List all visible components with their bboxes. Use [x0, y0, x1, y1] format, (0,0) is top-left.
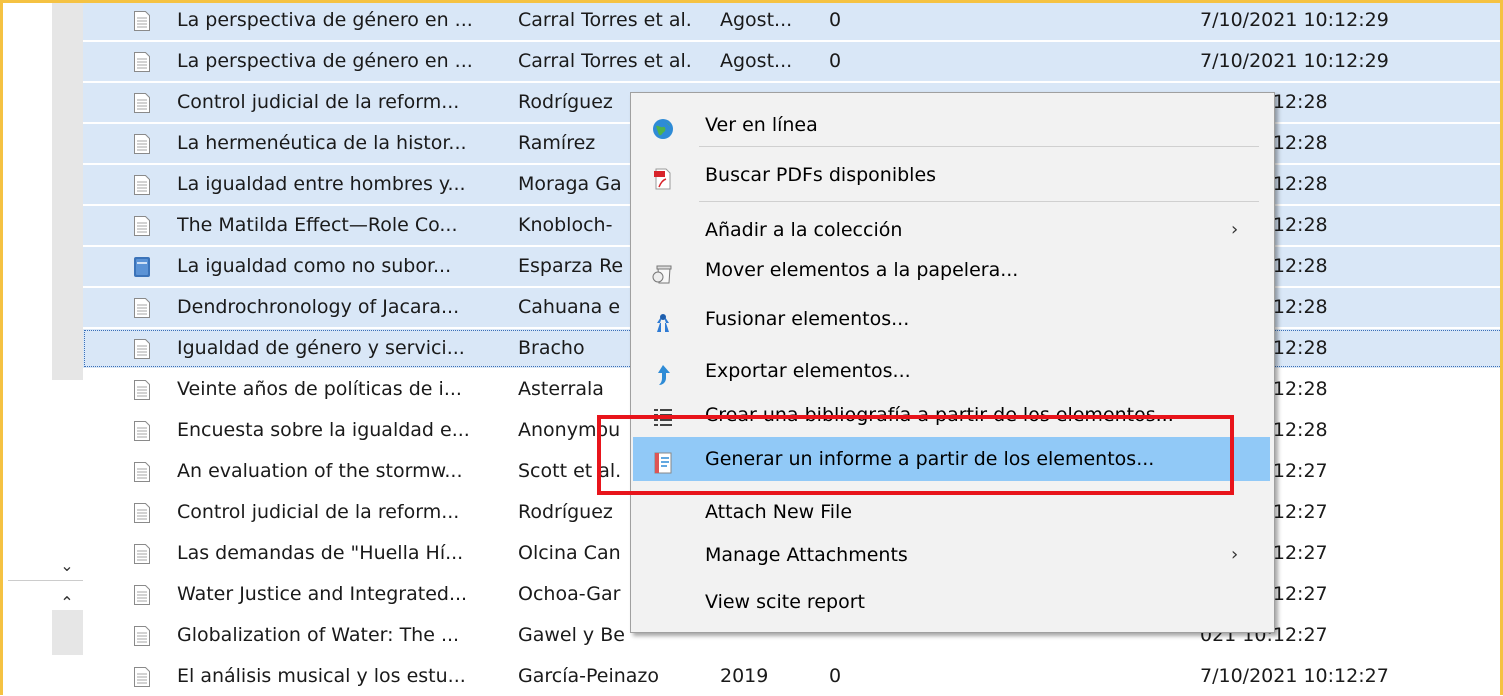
- document-icon: [133, 379, 151, 401]
- left-pane: ⌄ ⌃: [0, 0, 83, 695]
- merge-icon: [651, 307, 675, 332]
- menu-item-manage-attachments[interactable]: Manage Attachments ›: [633, 533, 1270, 577]
- item-title: Las demandas de "Huella Hí...: [177, 542, 464, 564]
- document-icon: [133, 502, 151, 524]
- item-title: The Matilda Effect—Role Co...: [177, 214, 458, 236]
- context-menu: Ver en línea Buscar PDFs disponibles Añadi…: [630, 92, 1275, 633]
- trash-icon: [651, 258, 675, 284]
- chevron-down-icon[interactable]: ⌄: [56, 555, 78, 577]
- item-date-added: 7/10/2021 10:12:29: [1200, 50, 1389, 72]
- item-date: Agost...: [720, 50, 793, 72]
- item-date: 2019: [720, 665, 769, 687]
- item-title: An evaluation of the stormw...: [177, 460, 463, 482]
- menu-item-label: View scite report: [705, 591, 865, 613]
- document-icon: [133, 420, 151, 442]
- item-title: La igualdad entre hombres y...: [177, 173, 466, 195]
- table-row[interactable]: La perspectiva de género en ... Carral To…: [83, 1, 1503, 40]
- menu-item-label: Attach New File: [705, 501, 853, 523]
- left-pane-scrollbar-track[interactable]: [52, 0, 83, 380]
- menu-item-view-scite-report[interactable]: View scite report: [633, 580, 1270, 624]
- chevron-up-icon[interactable]: ⌃: [56, 592, 78, 614]
- document-icon: [133, 51, 151, 73]
- chevron-right-icon: ›: [1231, 544, 1239, 565]
- item-date-added: 7/10/2021 10:12:27: [1200, 665, 1389, 687]
- pdf-icon: [651, 163, 675, 190]
- item-title: Globalization of Water: The ...: [177, 624, 460, 646]
- item-count: 0: [829, 9, 842, 31]
- menu-item-buscar-pdfs-disponibles[interactable]: Buscar PDFs disponibles: [633, 153, 1270, 197]
- menu-item-label: Exportar elementos...: [705, 360, 911, 382]
- menu-item-label: Manage Attachments: [705, 544, 908, 566]
- item-count: 0: [829, 665, 842, 687]
- item-creator: Carral Torres et al.: [518, 50, 692, 72]
- globe-icon: [651, 113, 675, 139]
- item-title: Encuesta sobre la igualdad e...: [177, 419, 470, 441]
- item-title: La perspectiva de género en ...: [177, 9, 473, 31]
- menu-item-ver-en-l-nea[interactable]: Ver en línea: [633, 103, 1270, 147]
- chevron-right-icon: ›: [1231, 219, 1239, 240]
- item-creator: García-Peinazo: [518, 665, 660, 687]
- menu-item-label: Fusionar elementos...: [705, 308, 910, 330]
- item-title: La igualdad como no subor...: [177, 255, 452, 277]
- document-icon: [133, 297, 151, 319]
- menu-item-label: Mover elementos a la papelera...: [705, 259, 1019, 281]
- item-title: El análisis musical y los estu...: [177, 665, 466, 687]
- menu-item-fusionar-elementos[interactable]: Fusionar elementos...: [633, 297, 1270, 341]
- item-title: Water Justice and Integrated...: [177, 583, 468, 605]
- item-date-added: 7/10/2021 10:12:29: [1200, 9, 1389, 31]
- item-count: 0: [829, 50, 842, 72]
- document-icon: [133, 92, 151, 114]
- menu-item-label: Ver en línea: [705, 114, 818, 136]
- left-pane-scrollbar-track-lower[interactable]: [52, 610, 83, 655]
- document-icon: [133, 174, 151, 196]
- document-icon: [133, 461, 151, 483]
- menu-item-attach-new-file[interactable]: Attach New File: [633, 490, 1270, 534]
- document-icon: [133, 584, 151, 606]
- menu-item-mover-elementos-a-la-papelera[interactable]: Mover elementos a la papelera...: [633, 248, 1270, 292]
- item-title: La perspectiva de género en ...: [177, 50, 473, 72]
- table-row[interactable]: El análisis musical y los estu... García-…: [83, 657, 1503, 696]
- document-icon: [133, 338, 151, 360]
- document-icon: [133, 133, 151, 155]
- left-pane-divider: [8, 580, 83, 581]
- menu-separator: [699, 146, 1259, 147]
- item-title: Dendrochronology of Jacara...: [177, 296, 460, 318]
- item-creator: Carral Torres et al.: [518, 9, 692, 31]
- menu-item-label: Añadir a la colección: [705, 219, 903, 241]
- menu-separator: [699, 201, 1259, 202]
- menu-item-label: Buscar PDFs disponibles: [705, 164, 937, 186]
- document-icon: [133, 215, 151, 237]
- menu-item-exportar-elementos[interactable]: Exportar elementos...: [633, 349, 1270, 393]
- item-title: Control judicial de la reform...: [177, 91, 460, 113]
- item-title: Veinte años de políticas de i...: [177, 378, 462, 400]
- annotation-highlight-box: [597, 415, 1234, 495]
- item-title: Control judicial de la reform...: [177, 501, 460, 523]
- item-title: La hermenéutica de la histor...: [177, 132, 467, 154]
- document-icon: [133, 10, 151, 32]
- document-icon: [133, 625, 151, 647]
- menu-item-a-adir-a-la-colecci-n[interactable]: Añadir a la colección ›: [633, 208, 1270, 252]
- document-icon: [133, 666, 151, 688]
- table-row[interactable]: La perspectiva de género en ... Carral To…: [83, 42, 1503, 81]
- document-icon: [133, 543, 151, 565]
- export-icon: [651, 359, 675, 385]
- item-date: Agost...: [720, 9, 793, 31]
- item-title: Igualdad de género y servici...: [177, 337, 465, 359]
- book-icon: [133, 256, 151, 278]
